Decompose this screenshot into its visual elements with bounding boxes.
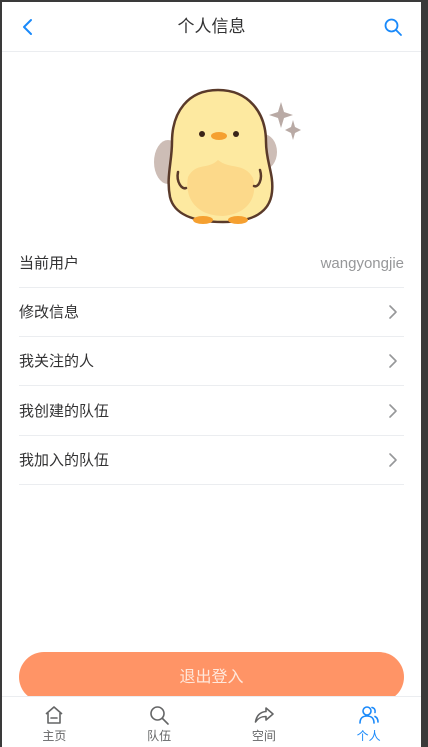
tab-bar: 主页 队伍 空间 个人 — [2, 696, 421, 747]
search-icon — [150, 706, 169, 725]
app-frame: 个人信息 当前用户 wangyongjie 修改信息 我关注的人 我创建的队伍 … — [2, 2, 421, 747]
menu-item-joined-teams[interactable]: 我加入的队伍 — [19, 436, 404, 485]
current-user-label: 当前用户 — [19, 254, 80, 272]
menu-item-label: 我创建的队伍 — [19, 402, 110, 420]
current-user-row: 当前用户 wangyongjie — [19, 239, 404, 288]
chevron-right-icon — [389, 453, 397, 467]
menu-item-label: 我关注的人 — [19, 352, 95, 370]
menu-item-edit-info[interactable]: 修改信息 — [19, 288, 404, 337]
logout-button[interactable]: 退出登入 — [19, 652, 404, 702]
chevron-right-icon — [389, 404, 397, 418]
tab-label: 个人 — [356, 729, 381, 743]
menu-item-created-teams[interactable]: 我创建的队伍 — [19, 387, 404, 436]
tab-home[interactable]: 主页 — [2, 697, 107, 747]
tab-space[interactable]: 空间 — [212, 697, 317, 747]
home-icon — [45, 706, 63, 724]
username-value: wangyongjie — [320, 255, 404, 272]
tab-label: 空间 — [251, 729, 276, 743]
chevron-right-icon — [389, 305, 397, 319]
tab-teams[interactable]: 队伍 — [107, 697, 212, 747]
menu-item-following[interactable]: 我关注的人 — [19, 337, 404, 386]
chevron-right-icon — [389, 354, 397, 368]
tab-label: 队伍 — [147, 729, 172, 743]
tab-profile[interactable]: 个人 — [316, 697, 421, 747]
menu-item-label: 修改信息 — [19, 303, 80, 321]
user-icon — [358, 706, 379, 724]
nav-bar: 个人信息 — [2, 2, 421, 52]
menu-item-label: 我加入的队伍 — [19, 451, 110, 469]
tab-label: 主页 — [42, 729, 67, 743]
share-icon — [254, 707, 274, 723]
avatar — [154, 88, 301, 224]
search-icon[interactable] — [383, 17, 403, 37]
page-title: 个人信息 — [177, 17, 246, 37]
